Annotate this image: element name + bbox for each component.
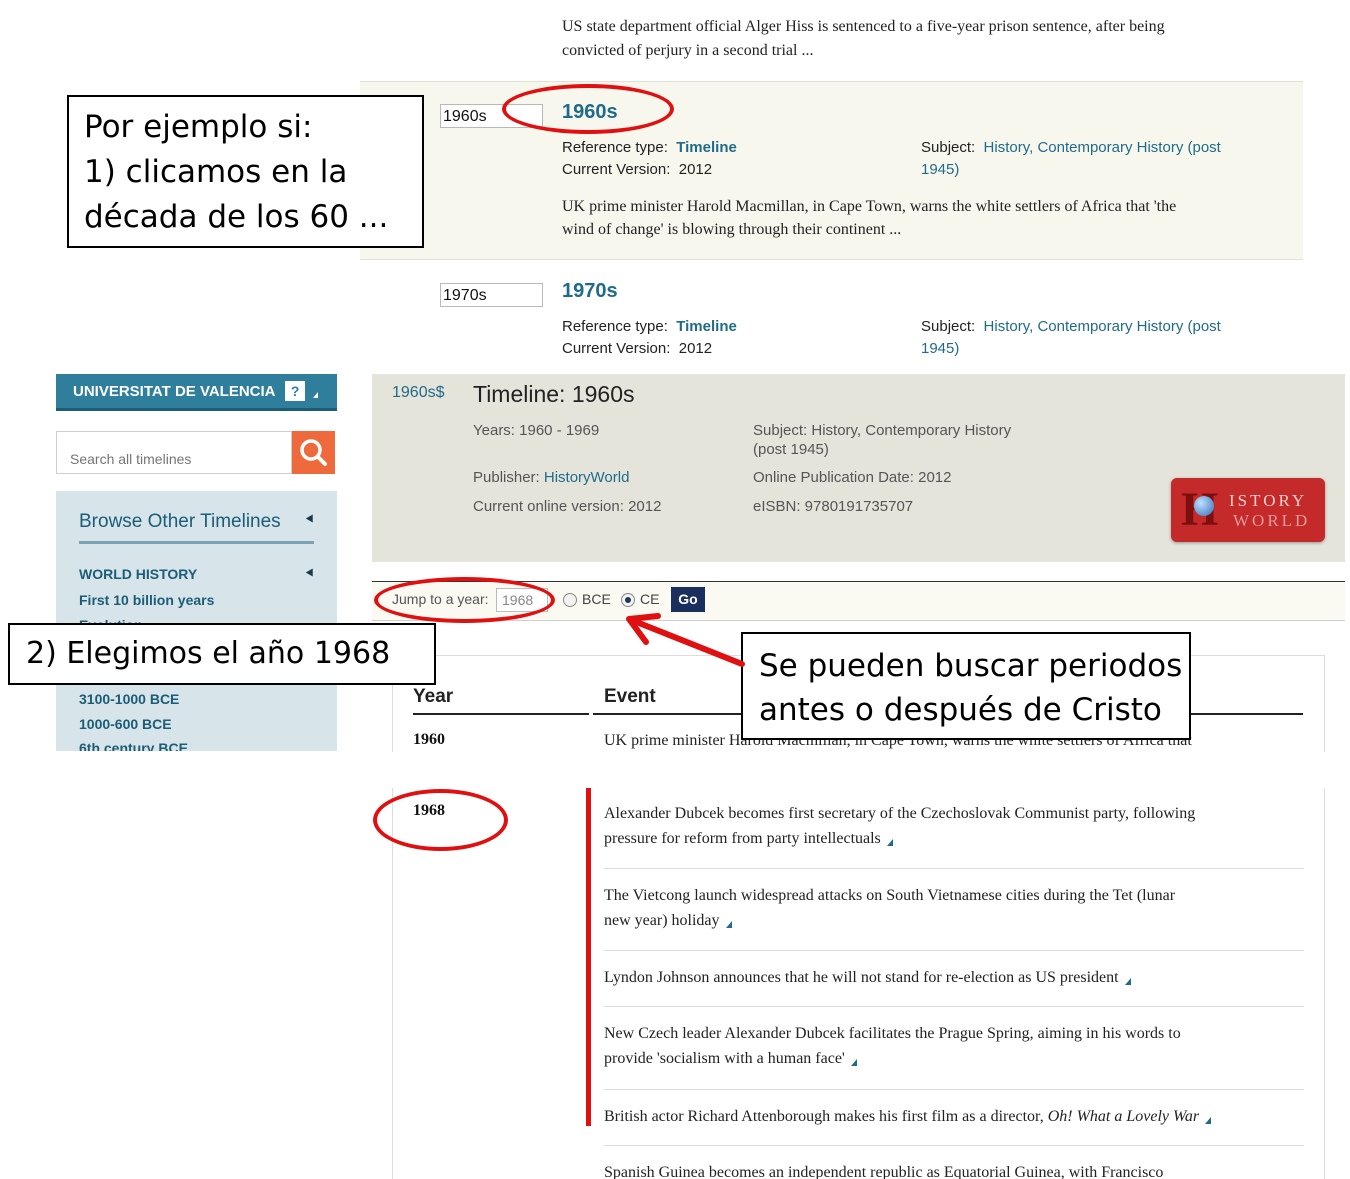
highlight-ellipse-1960s	[502, 84, 674, 134]
annotation-note-2: 2) Elegimos el año 1968	[8, 623, 436, 685]
result-meta-1970s: Reference type: Timeline Current Version…	[562, 318, 737, 357]
timeline-title: Timeline: 1960s	[473, 381, 635, 407]
institution-bar[interactable]: UNIVERSITAT DE VALENCIA ?	[56, 374, 337, 411]
highlight-bar	[586, 788, 591, 1126]
eisbn: eISBN: 9780191735707	[753, 498, 914, 515]
publisher-link[interactable]: HistoryWorld	[544, 469, 630, 486]
highlight-ellipse-1968	[373, 789, 508, 851]
result-subject-1960s: Subject: History, Contemporary History (…	[921, 139, 1221, 178]
reference-type-link[interactable]: Timeline	[676, 318, 737, 335]
ce-radio[interactable]	[621, 593, 635, 607]
divider	[604, 1089, 1304, 1090]
online-publication-date: Online Publication Date: 2012	[753, 469, 952, 486]
search-button[interactable]	[292, 431, 335, 474]
sidebar-item-world-history[interactable]: WORLD HISTORY	[79, 566, 197, 582]
divider	[604, 1006, 1304, 1007]
result-title-1970s[interactable]: 1970s	[562, 280, 618, 303]
result-subject-1970s: Subject: History, Contemporary History (…	[921, 318, 1221, 357]
reference-type-link[interactable]: Timeline	[676, 139, 737, 156]
expand-icon[interactable]	[850, 1059, 857, 1066]
list-item[interactable]: Lyndon Johnson announces that he will no…	[604, 965, 1131, 990]
bce-label: BCE	[582, 591, 611, 607]
bce-radio[interactable]	[563, 593, 577, 607]
timeline-search-input[interactable]	[56, 431, 292, 474]
timeline-subject: Subject: History, Contemporary History (…	[753, 422, 1012, 458]
sidebar-item-6th-century-bce[interactable]: 6th century BCE	[79, 740, 188, 751]
timeline-publisher: Publisher: HistoryWorld	[473, 469, 630, 486]
expand-icon[interactable]	[725, 921, 732, 928]
result-description-1960s: UK prime minister Harold Macmillan, in C…	[562, 198, 1177, 238]
current-online-version: Current online version: 2012	[473, 498, 662, 515]
annotation-note-1: Por ejemplo si: 1) clicamos en la década…	[67, 95, 424, 248]
annotation-note-3: Se pueden buscar periodos antes o despué…	[741, 632, 1191, 740]
highlight-ellipse-jump	[374, 577, 555, 623]
sidebar-item-1000-600-bce[interactable]: 1000-600 BCE	[79, 716, 172, 732]
divider	[604, 950, 1304, 951]
help-icon[interactable]: ?	[285, 381, 306, 401]
search-icon	[300, 439, 327, 466]
list-item[interactable]: Alexander Dubcek becomes first secretary…	[604, 801, 1195, 851]
dropdown-corner-icon	[313, 392, 319, 398]
list-item[interactable]: New Czech leader Alexander Dubcek facili…	[604, 1021, 1181, 1071]
column-header-event: Event	[604, 686, 656, 707]
browse-divider	[79, 541, 314, 544]
timeline-code[interactable]: 1960s$	[392, 384, 445, 402]
timeline-years: Years: 1960 - 1969	[473, 422, 600, 439]
subject-link[interactable]: History, Contemporary History (post	[984, 139, 1221, 156]
expand-icon[interactable]	[1205, 1117, 1212, 1124]
table-row-year: 1960	[413, 731, 445, 748]
subject-link[interactable]: History, Contemporary History (post	[984, 318, 1221, 335]
sidebar-item-3100-1000-bce[interactable]: 3100-1000 BCE	[79, 691, 179, 707]
globe-icon	[1194, 496, 1214, 516]
sidebar-item-first-10-billion-years[interactable]: First 10 billion years	[79, 592, 214, 608]
historyworld-logo: H ISTORY WORLD	[1171, 478, 1325, 542]
expand-icon[interactable]	[886, 839, 893, 846]
divider	[604, 1145, 1304, 1146]
list-item[interactable]: Spanish Guinea becomes an independent re…	[604, 1160, 1163, 1179]
result-meta-1960s: Reference type: Timeline Current Version…	[562, 139, 737, 178]
divider	[604, 868, 1304, 869]
browse-title[interactable]: Browse Other Timelines	[79, 511, 281, 533]
list-item[interactable]: The Vietcong launch widespread attacks o…	[604, 883, 1175, 933]
annotation-arrow-icon	[626, 613, 745, 667]
result-select-1970s[interactable]: 1970s	[440, 283, 543, 307]
expand-icon[interactable]	[1124, 978, 1131, 985]
ce-label: CE	[640, 591, 660, 607]
header-rule	[413, 713, 589, 715]
previous-result-description: US state department official Alger Hiss …	[562, 18, 1165, 59]
list-item[interactable]: British actor Richard Attenborough makes…	[604, 1104, 1212, 1129]
column-header-year: Year	[413, 686, 454, 707]
go-button[interactable]: Go	[671, 587, 705, 612]
